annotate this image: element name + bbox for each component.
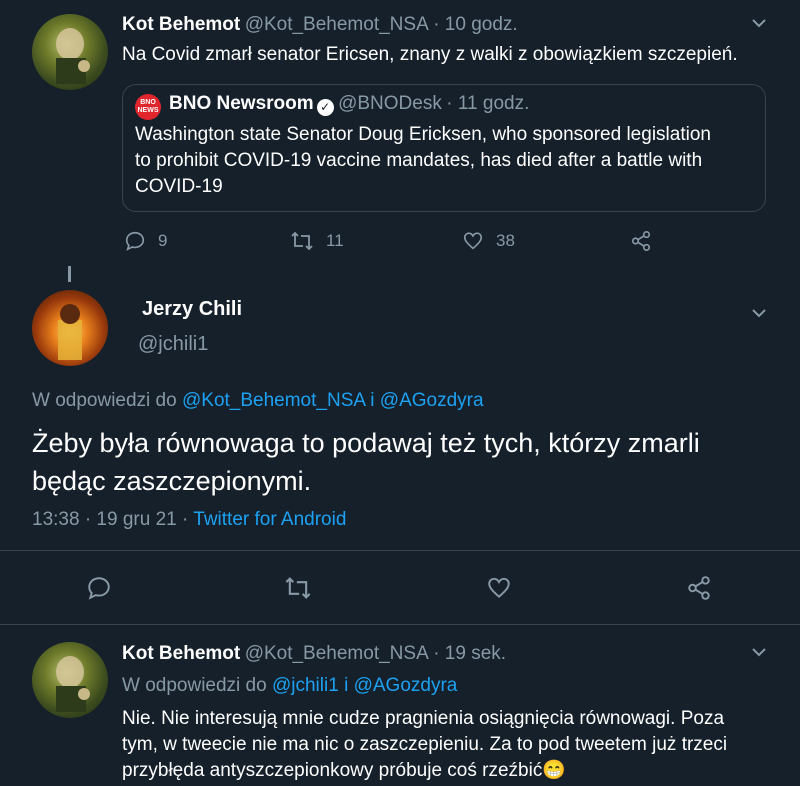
reply-join: i [370, 390, 375, 411]
chevron-down-icon[interactable] [750, 306, 768, 320]
retweet-icon [291, 231, 313, 251]
reply-prefix: W odpowiedzi do [32, 390, 177, 411]
quoted-tweet[interactable]: BNO NEWS BNO Newsroom ✓ @BNODesk · 11 god… [122, 84, 766, 212]
reply-context: W odpowiedzi do @Kot_Behemot_NSA i @AGoz… [32, 390, 484, 412]
reply-button[interactable]: 9 [124, 230, 167, 252]
display-name[interactable]: Kot Behemot [122, 14, 240, 35]
user-handle[interactable]: @jchili1 [138, 333, 208, 356]
reply-icon[interactable] [86, 575, 112, 601]
divider [0, 550, 800, 551]
tweet-text-line: będąc zaszczepionymi. [32, 466, 312, 496]
quote-handle: @BNODesk [338, 93, 442, 114]
avatar-image-icon [58, 304, 82, 360]
quote-text-line: to prohibit COVID-19 vaccine mandates, h… [135, 150, 703, 171]
tweet-text-line: Nie. Nie interesują mnie cudze pragnieni… [122, 708, 725, 729]
reply-join: i [344, 675, 349, 696]
tweet-time: · 10 godz. [433, 14, 518, 35]
reply-count: 9 [158, 231, 168, 250]
reply-prefix: W odpowiedzi do [122, 675, 267, 696]
retweet-count: 11 [326, 231, 344, 250]
user-handle[interactable]: @Kot_Behemot_NSA [245, 643, 429, 664]
quote-display-name: BNO Newsroom [169, 93, 314, 114]
share-button[interactable] [630, 230, 652, 252]
avatar-image-icon [56, 656, 90, 712]
reply-to-link[interactable]: @Kot_Behemot_NSA [182, 390, 365, 411]
tweet-text: Żeby była równowaga to podawaj też tych,… [32, 424, 700, 500]
reply-to-link[interactable]: @AGozdyra [354, 675, 458, 696]
avatar[interactable] [32, 642, 108, 718]
reply-icon [125, 231, 145, 251]
thread-line [68, 266, 71, 282]
user-handle[interactable]: @Kot_Behemot_NSA [245, 14, 429, 35]
quote-time: · 11 godz. [446, 93, 530, 114]
quote-text-line: COVID-19 [135, 176, 223, 197]
share-icon[interactable] [686, 575, 712, 601]
tweet-text-line: tym, w tweecie nie ma nic o zaszczepieni… [122, 734, 728, 755]
avatar[interactable] [32, 14, 108, 90]
like-button[interactable]: 38 [462, 230, 515, 252]
display-name[interactable]: Jerzy Chili [142, 298, 242, 321]
avatar[interactable] [32, 290, 108, 366]
source-link[interactable]: Twitter for Android [193, 509, 346, 530]
chevron-down-icon[interactable] [750, 645, 768, 659]
heart-icon [463, 232, 483, 250]
tweet-text-line: Żeby była równowaga to podawaj też tych,… [32, 428, 700, 458]
reply-to-link[interactable]: @AGozdyra [380, 390, 484, 411]
divider [0, 624, 800, 625]
bno-logo-icon: BNO NEWS [135, 94, 161, 120]
tweet-time: · 19 sek. [433, 643, 507, 664]
avatar-image-icon [56, 28, 90, 84]
tweet-text: Nie. Nie interesują mnie cudze pragnieni… [122, 706, 727, 784]
share-icon [631, 231, 651, 251]
quote-text-line: Washington state Senator Doug Ericksen, … [135, 124, 711, 145]
retweet-button[interactable]: 11 [290, 230, 344, 252]
verified-badge-icon: ✓ [316, 99, 334, 116]
tweet-text: Na Covid zmarł senator Ericsen, znany z … [122, 44, 738, 65]
tweet-timestamp: 13:38 · 19 gru 21 · Twitter for Android [32, 509, 346, 531]
reply-context: W odpowiedzi do @jchili1 i @AGozdyra [122, 675, 457, 697]
retweet-icon[interactable] [284, 575, 312, 601]
heart-icon[interactable] [486, 575, 512, 601]
tweet-text-line: przybłęda antyszczepionkowy próbuje coś … [122, 760, 566, 781]
chevron-down-icon[interactable] [750, 16, 768, 30]
display-name[interactable]: Kot Behemot [122, 643, 240, 664]
like-count: 38 [496, 231, 515, 250]
timestamp: 13:38 · 19 gru 21 · [32, 509, 189, 530]
reply-to-link[interactable]: @jchili1 [272, 675, 339, 696]
